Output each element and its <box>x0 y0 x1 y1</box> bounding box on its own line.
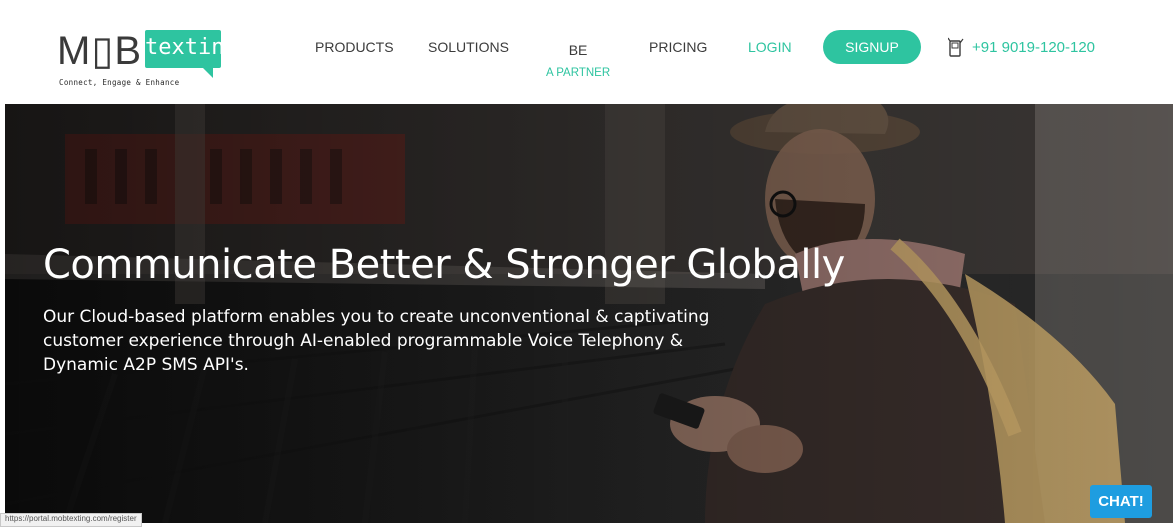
status-bar-url: https://portal.mobtexting.com/register <box>0 513 142 527</box>
logo-tagline: Connect, Engage & Enhance <box>59 78 180 87</box>
logo-texting-badge: texting <box>145 30 238 78</box>
phone-link[interactable]: +91 9019-120-120 <box>948 36 1095 58</box>
phone-number: +91 9019-120-120 <box>972 38 1096 56</box>
nav-partner-line1: BE <box>568 42 588 58</box>
signup-button[interactable]: SIGNUP <box>823 30 921 64</box>
nav-solutions[interactable]: SOLUTIONS <box>428 39 509 55</box>
nav-be-a-partner[interactable]: BE A PARTNER <box>546 39 610 85</box>
logo-mob-text: M▯B <box>57 29 143 73</box>
phone-icon <box>948 37 964 57</box>
site-header: M▯B texting Connect, Engage & Enhance PR… <box>0 0 1173 104</box>
brand-logo[interactable]: M▯B texting Connect, Engage & Enhance <box>57 26 238 92</box>
chat-button[interactable]: CHAT! <box>1090 485 1152 518</box>
hero-title: Communicate Better & Stronger Globally <box>43 242 845 288</box>
nav-login[interactable]: LOGIN <box>748 39 792 55</box>
nav-partner-line2: A PARTNER <box>546 67 611 79</box>
logo-texting-text: texting <box>145 35 238 60</box>
hero-description: Our Cloud-based platform enables you to … <box>43 307 710 375</box>
hero-banner: Communicate Better & Stronger Globally O… <box>5 104 1173 523</box>
nav-products[interactable]: PRODUCTS <box>315 39 394 55</box>
nav-pricing[interactable]: PRICING <box>649 39 707 55</box>
